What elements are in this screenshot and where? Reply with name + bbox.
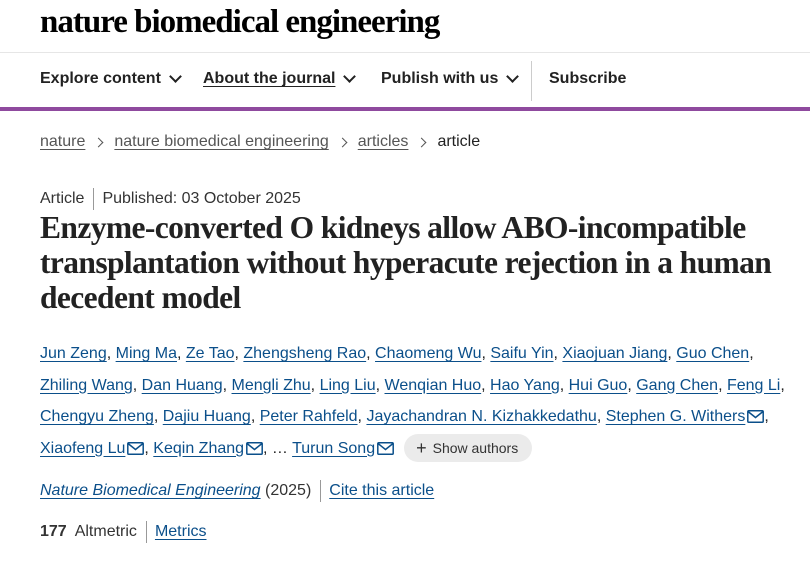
chevron-down-icon — [343, 70, 357, 83]
altmetric-score: 177 — [40, 523, 67, 540]
divider — [320, 480, 322, 502]
author-link[interactable]: Guo Chen — [676, 345, 749, 362]
author-link[interactable]: Ming Ma — [116, 345, 177, 362]
nav-about-label: About the journal — [203, 70, 336, 87]
publication-year: (2025) — [265, 482, 312, 499]
email-icon[interactable] — [127, 441, 145, 455]
author-link[interactable]: Zhiling Wang — [40, 377, 133, 394]
author-link[interactable]: Gang Chen — [636, 377, 718, 394]
nav-publish-label: Publish with us — [381, 70, 499, 87]
metrics-line: 177 Altmetric Metrics — [40, 521, 207, 543]
breadcrumb: nature nature biomedical engineering art… — [40, 133, 480, 151]
divider — [93, 188, 95, 210]
nav-subscribe-label: Subscribe — [549, 70, 627, 87]
divider — [145, 521, 147, 543]
author-link[interactable]: Turun Song — [292, 440, 375, 457]
email-icon[interactable] — [377, 441, 395, 455]
author-link[interactable]: Feng Li — [727, 377, 780, 394]
nav-divider — [531, 61, 532, 101]
author-link[interactable]: Ze Tao — [186, 345, 235, 362]
author-link[interactable]: Xiaojuan Jiang — [562, 345, 667, 362]
nav-explore-content[interactable]: Explore content — [40, 70, 182, 88]
email-icon[interactable] — [246, 441, 263, 455]
chevron-right-icon — [416, 137, 427, 147]
show-authors-button[interactable]: + Show authors — [404, 434, 533, 463]
author-link[interactable]: Zhengsheng Rao — [243, 345, 366, 362]
author-link[interactable]: Keqin Zhang — [153, 440, 244, 457]
chevron-right-icon — [337, 137, 348, 147]
breadcrumb-current: article — [437, 133, 481, 150]
journal-logo[interactable]: nature biomedical engineering — [40, 4, 440, 41]
author-link[interactable]: Chaomeng Wu — [375, 345, 481, 362]
article-title: Enzyme-converted O kidneys allow ABO-inc… — [40, 210, 772, 315]
author-link[interactable]: Chengyu Zheng — [40, 408, 154, 425]
author-link[interactable]: Jayachandran N. Kizhakkedathu — [366, 408, 596, 425]
breadcrumb-articles[interactable]: articles — [358, 133, 409, 151]
breadcrumb-journal[interactable]: nature biomedical engineering — [114, 133, 328, 151]
author-link[interactable]: Mengli Zhu — [232, 377, 311, 394]
chevron-down-icon — [506, 70, 520, 83]
author-link[interactable]: Dajiu Huang — [163, 408, 251, 425]
metrics-link[interactable]: Metrics — [155, 523, 207, 541]
author-link[interactable]: Hao Yang — [490, 377, 560, 394]
nav-subscribe[interactable]: Subscribe — [549, 70, 626, 88]
author-link[interactable]: Ling Liu — [320, 377, 376, 394]
author-link[interactable]: Peter Rahfeld — [260, 408, 358, 425]
author-list: Jun Zeng, Ming Ma, Ze Tao, Zhengsheng Ra… — [40, 338, 800, 464]
author-link[interactable]: Hui Guo — [569, 377, 628, 394]
cite-this-article-link[interactable]: Cite this article — [329, 482, 434, 500]
author-link[interactable]: Dan Huang — [142, 377, 223, 394]
site-header: nature biomedical engineering — [0, 0, 810, 53]
altmetric-label: Altmetric — [74, 523, 137, 540]
chevron-down-icon — [169, 70, 182, 83]
author-ellipsis: … — [271, 439, 288, 457]
nav-publish-with-us[interactable]: Publish with us — [381, 70, 520, 88]
article-meta: Article Published: 03 October 2025 — [40, 188, 301, 210]
author-link[interactable]: Stephen G. Withers — [606, 408, 746, 425]
citation-line: Nature Biomedical Engineering (2025) Cit… — [40, 480, 434, 502]
nav-about-journal[interactable]: About the journal — [203, 70, 357, 88]
chevron-right-icon — [93, 137, 104, 147]
show-authors-label: Show authors — [432, 440, 519, 457]
author-link[interactable]: Jun Zeng — [40, 345, 107, 362]
author-link[interactable]: Wenqian Huo — [385, 377, 482, 394]
main-nav: Explore content About the journal Publis… — [0, 53, 810, 111]
author-link[interactable]: Xiaofeng Lu — [40, 440, 125, 457]
published-date: Published: 03 October 2025 — [102, 190, 301, 207]
email-icon[interactable] — [747, 410, 765, 423]
article-type: Article — [40, 190, 85, 207]
journal-name-link[interactable]: Nature Biomedical Engineering — [40, 482, 261, 500]
author-link[interactable]: Saifu Yin — [490, 345, 553, 362]
plus-icon: + — [416, 438, 427, 459]
breadcrumb-nature[interactable]: nature — [40, 133, 85, 151]
nav-explore-label: Explore content — [40, 70, 161, 87]
